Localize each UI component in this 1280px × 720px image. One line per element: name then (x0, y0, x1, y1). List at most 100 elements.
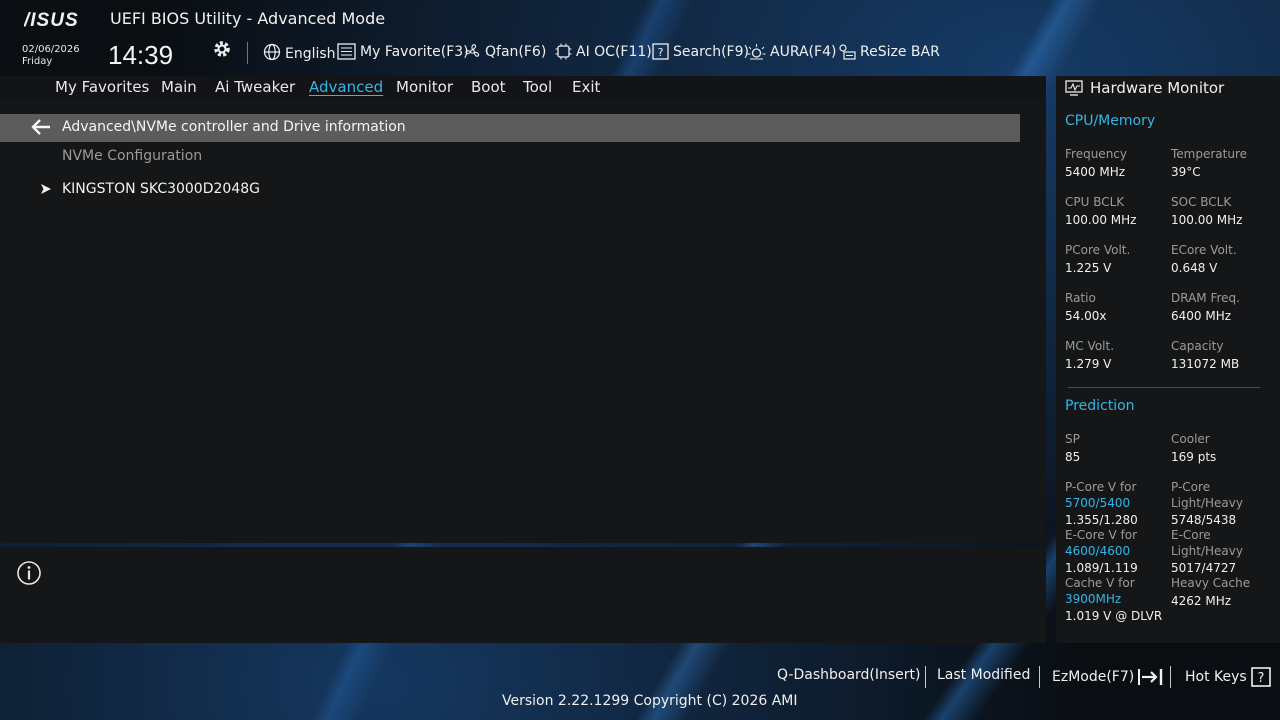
mc-volt-value: 1.279 V (1065, 357, 1112, 371)
pcore-light-heavy-value: 5748/5438 (1171, 513, 1237, 527)
my-favorite-label: My Favorite(F3) (360, 43, 469, 60)
aura-light-icon (747, 44, 766, 60)
nvme-drive-item[interactable]: KINGSTON SKC3000D2048G (40, 178, 440, 200)
favorite-list-icon (337, 43, 356, 60)
dram-freq-label: DRAM Freq. (1171, 291, 1240, 305)
capacity-label: Capacity (1171, 339, 1224, 353)
cache-v-value: 1.019 V @ DLVR (1065, 609, 1163, 623)
cpu-bclk-value: 100.00 MHz (1065, 213, 1137, 227)
main-panel (0, 100, 1046, 543)
pcore-v-value: 1.355/1.280 (1065, 513, 1138, 527)
dram-freq-value: 6400 MHz (1171, 309, 1232, 323)
sp-value: 85 (1065, 450, 1081, 464)
pcore-v-freq: 5700/5400 (1065, 495, 1131, 510)
ecore-light-heavy-label: E-Core Light/Heavy (1171, 528, 1243, 559)
ecore-v-label: E-Core V for 4600/4600 (1065, 528, 1137, 559)
search-label: Search(F9) (673, 43, 749, 60)
tab-my-favorites[interactable]: My Favorites (55, 78, 149, 96)
pcore-v-label-text: P-Core V for (1065, 480, 1137, 494)
pcore-volt-value: 1.225 V (1065, 261, 1112, 275)
info-icon (16, 560, 42, 590)
cpu-memory-heading: CPU/Memory (1065, 113, 1156, 129)
tab-boot[interactable]: Boot (471, 78, 506, 96)
temperature-value: 39°C (1171, 165, 1201, 179)
nvme-configuration-heading: NVMe Configuration (62, 148, 203, 164)
tab-monitor[interactable]: Monitor (396, 78, 453, 96)
ecore-volt-label: ECore Volt. (1171, 243, 1237, 257)
my-favorite-button[interactable]: My Favorite(F3) (337, 43, 469, 60)
qfan-button[interactable]: Qfan(F6) (464, 43, 546, 60)
prediction-heading: Prediction (1065, 398, 1135, 414)
ezmode-button[interactable]: EzMode(F7) (1052, 667, 1166, 687)
tab-exit[interactable]: Exit (572, 78, 600, 96)
heavy-cache-label: Heavy Cache (1171, 576, 1251, 590)
tab-main[interactable]: Main (161, 78, 197, 96)
question-box-icon: ? (1250, 667, 1271, 687)
breadcrumb: Advanced\NVMe controller and Drive infor… (62, 119, 406, 135)
hot-keys-label: Hot Keys (1185, 669, 1247, 685)
resize-bar-button[interactable]: ReSize BAR (838, 43, 940, 61)
ecore-v-freq: 4600/4600 (1065, 543, 1131, 558)
last-modified-label: Last Modified (937, 667, 1031, 683)
cache-v-freq: 3900MHz (1065, 591, 1122, 606)
svg-text:?: ? (658, 46, 664, 59)
globe-icon (263, 43, 281, 61)
ecore-volt-value: 0.648 V (1171, 261, 1218, 275)
tab-tool[interactable]: Tool (523, 78, 552, 96)
mc-volt-label: MC Volt. (1065, 339, 1115, 353)
footer-divider (1039, 666, 1040, 688)
language-label: English (285, 46, 336, 62)
last-modified-button[interactable]: Last Modified (937, 667, 1030, 683)
cpu-bclk-label: CPU BCLK (1065, 195, 1125, 209)
q-dashboard-button[interactable]: Q-Dashboard(Insert) (777, 667, 921, 683)
day-text: Friday (22, 56, 53, 67)
help-panel (0, 547, 1046, 643)
tab-advanced[interactable]: Advanced (309, 78, 383, 96)
ratio-label: Ratio (1065, 291, 1096, 305)
capacity-value: 131072 MB (1171, 357, 1240, 371)
ai-oc-button[interactable]: AI OC(F11) (555, 43, 652, 60)
cooler-value: 169 pts (1171, 450, 1217, 464)
cache-v-label-text: Cache V for (1065, 576, 1135, 590)
fan-icon (465, 44, 480, 57)
footer-divider (925, 666, 926, 688)
pcore-light-heavy-label: P-Core Light/Heavy (1171, 480, 1243, 511)
nvme-drive-label: KINGSTON SKC3000D2048G (62, 181, 260, 197)
asus-logo: /ISUS (23, 10, 88, 34)
language-selector[interactable]: English (263, 43, 336, 62)
ai-oc-label: AI OC(F11) (576, 43, 652, 60)
hot-keys-button[interactable]: Hot Keys ? (1185, 667, 1271, 687)
question-box-icon: ? (652, 43, 669, 60)
aura-button[interactable]: AURA(F4) (747, 43, 836, 60)
pcore-lh-label-line2: Light/Heavy (1171, 495, 1243, 510)
footer-divider (1170, 666, 1171, 688)
back-arrow-icon[interactable] (30, 117, 52, 141)
pcore-v-label: P-Core V for 5700/5400 (1065, 480, 1136, 511)
hw-divider (1068, 387, 1260, 388)
pcore-volt-label: PCore Volt. (1065, 243, 1131, 257)
soc-bclk-label: SOC BCLK (1171, 195, 1232, 209)
q-dashboard-label: Q-Dashboard(Insert) (777, 667, 921, 683)
qfan-label: Qfan(F6) (485, 43, 547, 60)
hardware-monitor-title: Hardware Monitor (1090, 79, 1225, 97)
ai-chip-icon (555, 43, 572, 60)
version-text: Version 2.22.1299 Copyright (C) 2026 AMI (502, 693, 798, 709)
search-button[interactable]: ? Search(F9) (652, 43, 749, 60)
resize-bar-label: ReSize BAR (860, 44, 940, 60)
cooler-label: Cooler (1171, 432, 1210, 446)
bios-title: UEFI BIOS Utility - Advanced Mode (110, 9, 386, 28)
ecore-v-label-text: E-Core V for (1065, 528, 1138, 542)
ecore-light-heavy-value: 5017/4727 (1171, 561, 1237, 575)
frequency-label: Frequency (1065, 147, 1127, 161)
header-divider (247, 42, 248, 64)
cache-v-label: Cache V for 3900MHz (1065, 576, 1135, 607)
aura-label: AURA(F4) (770, 43, 837, 60)
submenu-arrow-icon (41, 184, 51, 194)
ratio-value: 54.00x (1065, 309, 1107, 323)
sp-label: SP (1065, 432, 1080, 446)
svg-text:/ISUS: /ISUS (24, 10, 79, 30)
exit-arrow-icon (1138, 669, 1163, 685)
temperature-label: Temperature (1171, 147, 1248, 161)
settings-gear-icon[interactable] (211, 38, 233, 64)
tab-ai-tweaker[interactable]: Ai Tweaker (215, 78, 295, 96)
